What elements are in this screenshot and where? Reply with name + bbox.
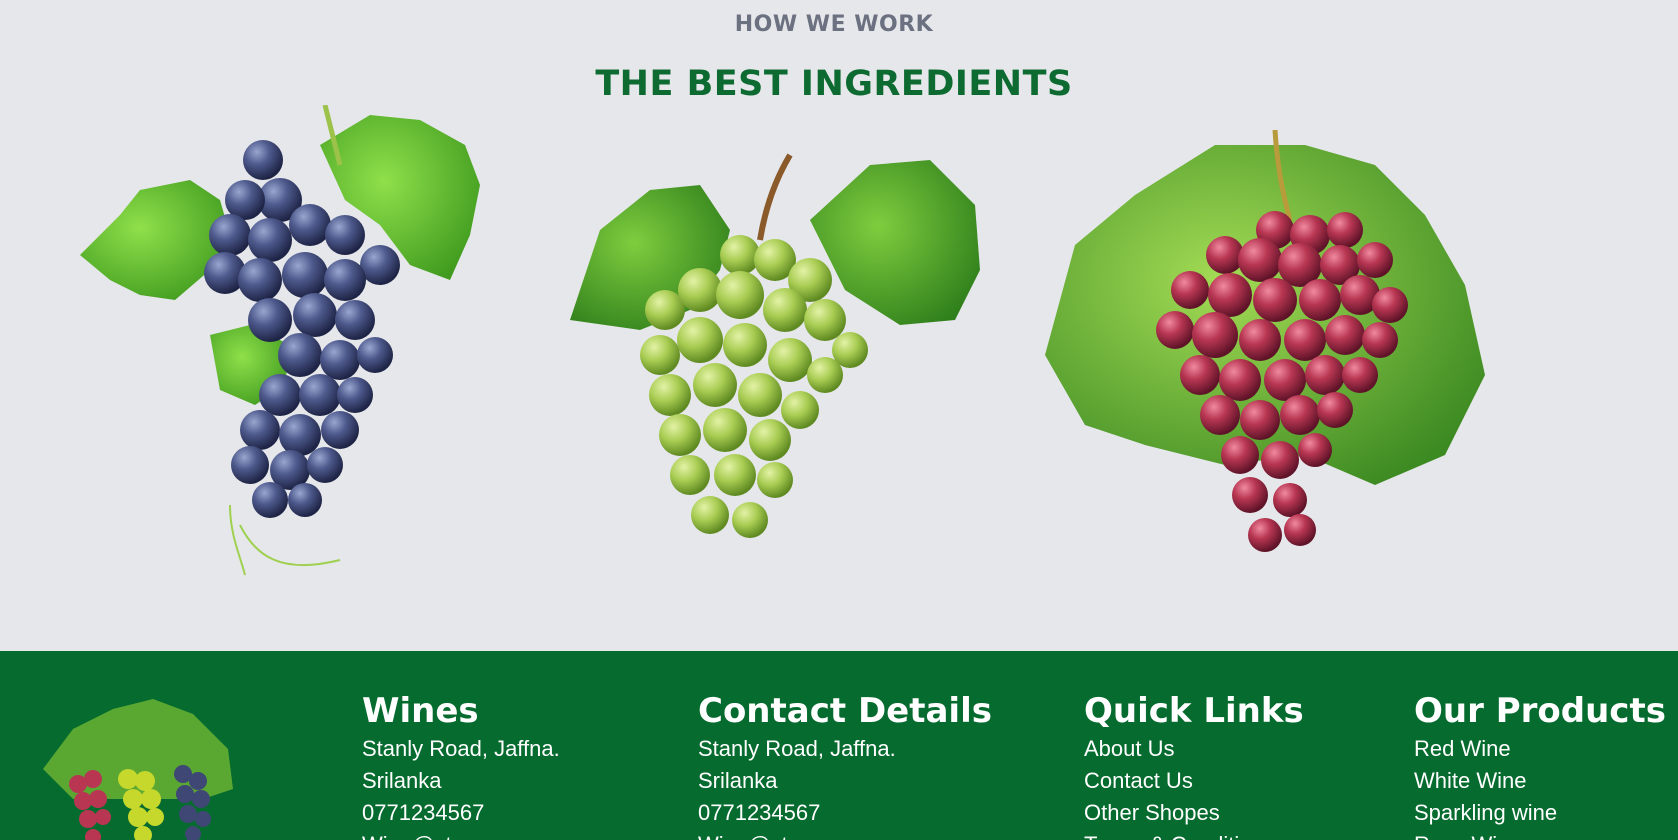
contact-us-link[interactable]: Contact Us	[1084, 765, 1304, 797]
footer-contact-column: Contact Details Stanly Road, Jaffna. Sri…	[698, 689, 992, 840]
our-products-heading: Our Products	[1414, 691, 1666, 731]
footer-quick-links-column: Quick Links About Us Contact Us Other Sh…	[1084, 689, 1304, 840]
other-shopes-link[interactable]: Other Shopes	[1084, 797, 1304, 829]
how-we-work-eyebrow: HOW WE WORK	[734, 12, 934, 37]
quick-links-heading: Quick Links	[1084, 691, 1304, 731]
contact-address: Stanly Road, Jaffna.	[698, 736, 896, 761]
footer-products-column: Our Products Red Wine White Wine Sparkli…	[1414, 689, 1666, 840]
mixed-grapes-logo	[43, 699, 233, 840]
wines-phone: 0771234567	[362, 800, 485, 825]
white-wine-link[interactable]: White Wine	[1414, 765, 1666, 797]
sparkling-wine-link[interactable]: Sparkling wine	[1414, 797, 1666, 829]
site-footer: Wines Stanly Road, Jaffna. Srilanka 0771…	[0, 651, 1678, 840]
red-grapes-image	[1045, 129, 1485, 552]
wines-heading: Wines	[362, 691, 479, 731]
footer-wines-column: Wines Stanly Road, Jaffna. Srilanka 0771…	[362, 689, 560, 840]
section-title: THE BEST INGREDIENTS	[595, 64, 1073, 104]
contact-email: Wine@store.com	[698, 829, 992, 840]
wines-address: Stanly Road, Jaffna.	[362, 736, 560, 761]
green-grapes-image	[570, 153, 980, 538]
contact-phone: 0771234567	[698, 800, 821, 825]
about-us-link[interactable]: About Us	[1084, 733, 1304, 765]
terms-conditions-link[interactable]: Terms & Conditions	[1084, 829, 1304, 840]
wines-country: Srilanka	[362, 768, 442, 793]
contact-country: Srilanka	[698, 768, 778, 793]
contact-details-heading: Contact Details	[698, 691, 992, 731]
wines-email: Wine@store.com	[362, 829, 560, 840]
rose-wine-link[interactable]: Rose Wine	[1414, 829, 1666, 840]
red-wine-link[interactable]: Red Wine	[1414, 733, 1666, 765]
blue-grapes-image	[80, 105, 480, 576]
